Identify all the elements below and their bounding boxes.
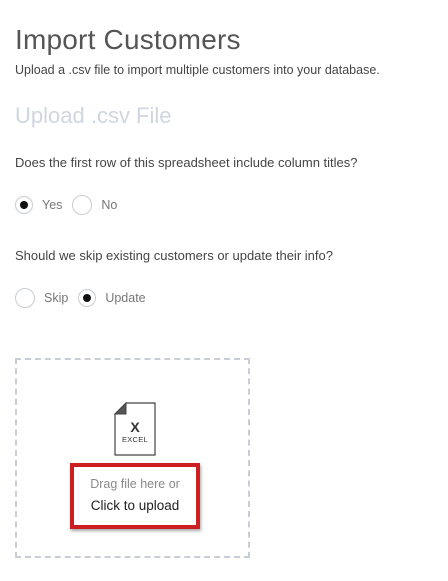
- radio-no[interactable]: No: [72, 195, 117, 215]
- click-to-upload-link[interactable]: Click to upload: [74, 498, 196, 513]
- radio-selected-dot: [20, 201, 28, 209]
- drag-instruction: Drag file here or: [90, 477, 180, 491]
- radio-yes[interactable]: Yes: [15, 196, 62, 214]
- radio-yes-circle[interactable]: [15, 196, 33, 214]
- page-subtitle: Upload a .csv file to import multiple cu…: [15, 63, 380, 77]
- radio-no-circle[interactable]: [72, 195, 93, 215]
- page-title: Import Customers: [15, 24, 241, 55]
- file-icon-glyph: X: [130, 419, 140, 435]
- existing-customers-radio-group: Skip Update: [15, 287, 156, 309]
- radio-skip-circle[interactable]: [15, 288, 35, 308]
- radio-skip-label: Skip: [44, 291, 69, 305]
- existing-customers-question: Should we skip existing customers or upd…: [15, 248, 333, 263]
- file-icon-caption: EXCEL: [121, 435, 149, 444]
- excel-file-icon: X EXCEL: [113, 401, 156, 456]
- radio-update-label: Update: [105, 291, 146, 305]
- radio-skip[interactable]: Skip: [15, 288, 68, 308]
- header-row-radio-group: Yes No: [15, 194, 127, 216]
- radio-yes-label: Yes: [42, 198, 63, 212]
- file-dropzone[interactable]: X EXCEL Drag file here or Click to uploa…: [15, 358, 250, 558]
- radio-update-circle[interactable]: [78, 289, 97, 307]
- click-to-upload-area[interactable]: Drag file here or Click to upload: [70, 463, 200, 529]
- header-row-question: Does the first row of this spreadsheet i…: [15, 155, 358, 170]
- radio-no-label: No: [101, 198, 118, 212]
- radio-update[interactable]: Update: [78, 289, 146, 307]
- radio-selected-dot: [83, 294, 92, 302]
- upload-section-heading: Upload .csv File: [15, 103, 172, 128]
